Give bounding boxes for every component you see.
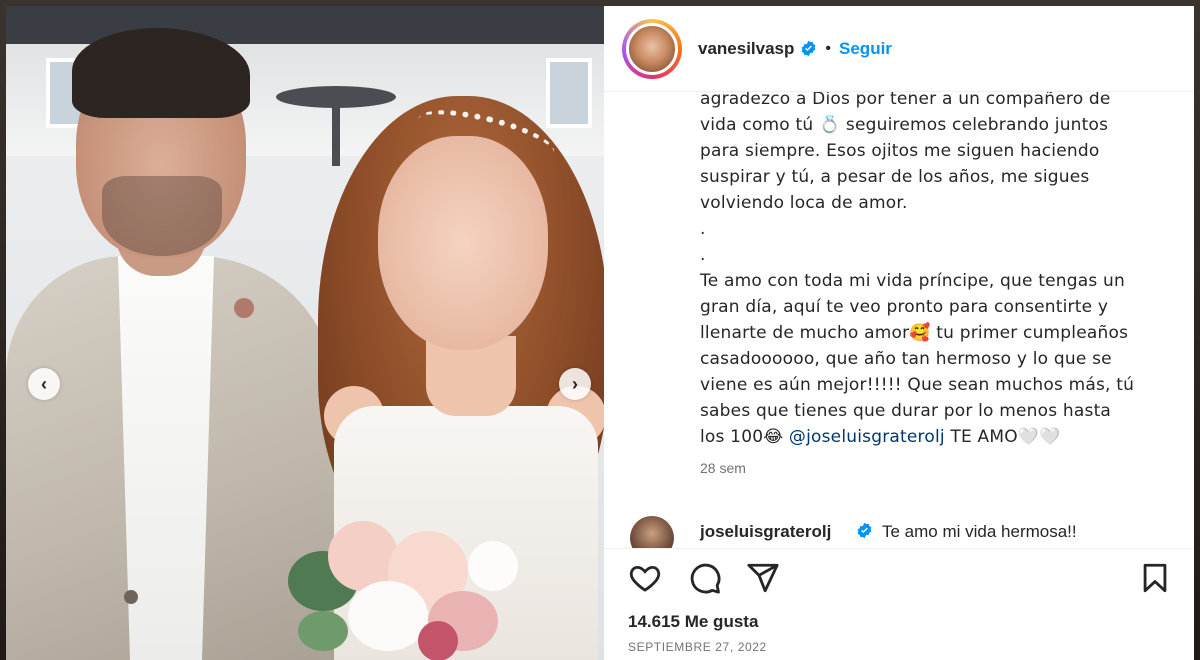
comment-item: joseluisgraterolj Te amo mi vida hermosa… <box>630 516 1190 548</box>
bouquet-white-rose <box>348 581 428 651</box>
mention-link[interactable]: @joseluisgraterolj <box>789 427 945 447</box>
bridal-bouquet <box>268 511 528 660</box>
profile-username[interactable]: vanesilvasp <box>698 39 794 59</box>
post-caption: agradezco a Dios por tener a un compañer… <box>700 92 1170 450</box>
post-header: vanesilvasp • Seguir <box>604 6 1194 92</box>
background-window <box>546 58 592 128</box>
profile-avatar-ring[interactable] <box>622 18 682 79</box>
separator-dot: • <box>825 39 832 57</box>
bookmark-icon[interactable] <box>1138 561 1172 595</box>
bouquet-berry <box>418 621 458 660</box>
bouquet-leaves <box>298 611 348 651</box>
post-details-panel: vanesilvasp • Seguir agradezco a Dios po… <box>604 6 1194 660</box>
carousel-next-button[interactable]: › <box>559 368 591 400</box>
post-date: SEPTIEMBRE 27, 2022 <box>628 640 767 654</box>
chevron-left-icon: ‹ <box>41 373 47 394</box>
heart-icon[interactable] <box>628 561 662 595</box>
comment-username[interactable]: joseluisgraterolj <box>700 522 831 542</box>
chevron-right-icon: › <box>572 373 578 394</box>
comment-bubble-icon[interactable] <box>688 561 722 595</box>
verified-badge-icon <box>800 40 817 57</box>
caption-text: agradezco a Dios por tener a un compañer… <box>700 92 1135 447</box>
bouquet-white-rose <box>468 541 518 591</box>
avatar[interactable] <box>626 22 678 75</box>
caption-text-end: TE AMO🤍🤍 <box>944 427 1061 447</box>
jacket-button <box>124 590 138 604</box>
verified-badge-icon <box>856 522 873 539</box>
caption-scroll-area[interactable]: agradezco a Dios por tener a un compañer… <box>604 92 1194 548</box>
comment-avatar[interactable] <box>630 516 674 548</box>
groom-hair <box>72 28 250 118</box>
post-actions-bar <box>604 548 1194 604</box>
post-photo: ‹ › <box>6 6 604 660</box>
background-lamp-pole <box>332 106 340 166</box>
carousel-prev-button[interactable]: ‹ <box>28 368 60 400</box>
post-time: 28 sem <box>700 460 746 476</box>
background-roof <box>6 6 604 44</box>
likes-count[interactable]: 14.615 Me gusta <box>628 612 758 632</box>
comment-text: Te amo mi vida hermosa!! <box>882 522 1077 541</box>
follow-button[interactable]: Seguir <box>839 39 892 59</box>
boutonniere-pin <box>234 298 254 318</box>
paper-plane-icon[interactable] <box>746 561 780 595</box>
background-lamp <box>276 86 396 108</box>
groom-beard <box>102 176 222 256</box>
bride-face <box>378 136 548 350</box>
